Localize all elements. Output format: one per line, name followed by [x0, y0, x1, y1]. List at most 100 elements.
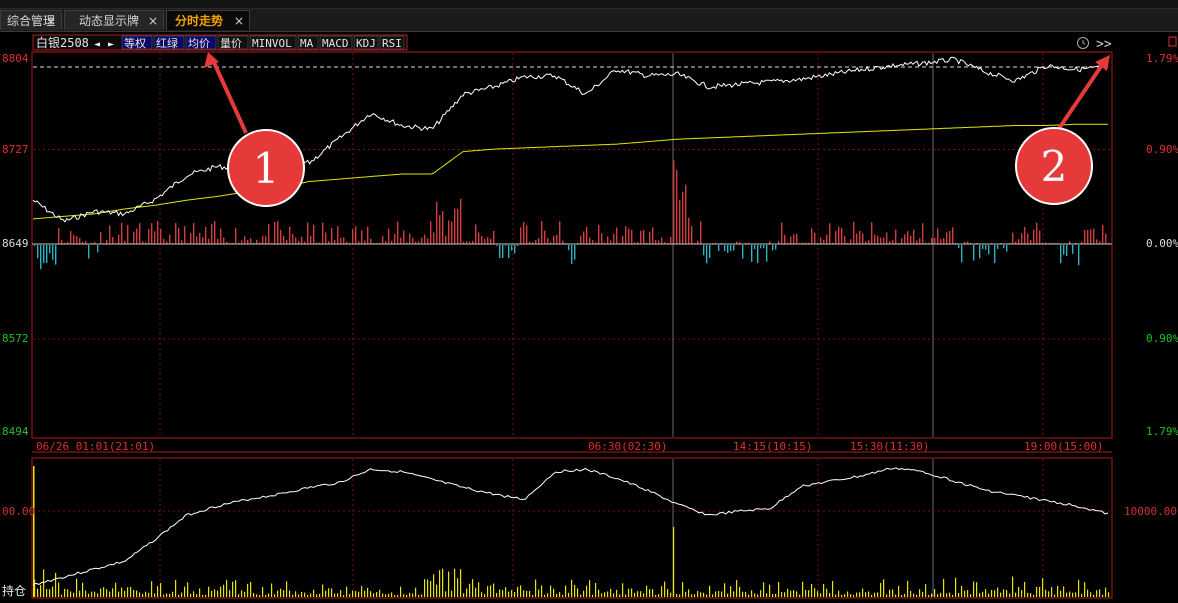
open-interest-bar: [247, 583, 249, 597]
volume-bar: [157, 221, 159, 244]
volume-bar: [274, 221, 276, 244]
open-interest-bar: [127, 587, 129, 597]
open-interest-bar: [262, 587, 264, 597]
open-interest-bar: [634, 592, 636, 597]
volume-bar: [205, 226, 207, 244]
open-interest-bar: [781, 592, 783, 597]
next-arrow-icon[interactable]: ►: [108, 39, 114, 50]
volume-bar: [241, 240, 243, 244]
time-axis-label: 06/26 01:01(21:01): [36, 440, 155, 453]
open-interest-bar: [889, 589, 891, 597]
open-interest-bar: [943, 578, 945, 597]
toolbar-button-1[interactable]: 红绿: [156, 36, 178, 50]
volume-bar: [763, 245, 765, 249]
open-interest-bar: [829, 592, 831, 597]
volume-bar: [361, 230, 363, 244]
open-interest-bar: [136, 590, 138, 597]
open-interest-bar: [1078, 579, 1080, 597]
volume-bar: [262, 235, 264, 244]
open-interest-bar: [820, 593, 822, 597]
open-interest-bar: [1018, 586, 1020, 597]
volume-bar: [334, 240, 336, 244]
open-interest-bar: [502, 590, 504, 597]
volume-bar: [547, 238, 549, 244]
open-interest-bar: [817, 591, 819, 597]
volume-bar: [814, 232, 816, 244]
open-interest-bar: [256, 594, 258, 597]
open-interest-bar: [37, 588, 39, 597]
open-interest-bar: [1045, 589, 1047, 597]
toolbar-button-6[interactable]: MACD: [322, 37, 349, 50]
volume-bar: [988, 245, 990, 255]
open-interest-bar: [43, 569, 45, 597]
intraday-chart[interactable]: 白银2508 ◄ ► 等权 红绿 均价 量价 MINVOL MA MACD KDJ RSI >>…: [0, 0, 1178, 603]
open-interest-bar: [106, 589, 108, 597]
open-interest-bar: [997, 587, 999, 597]
open-interest-bar: [559, 592, 561, 597]
clock-icon[interactable]: [1077, 37, 1089, 49]
volume-bar: [235, 227, 237, 244]
open-interest-bar: [598, 589, 600, 597]
open-interest-bar: [538, 589, 540, 597]
toolbar-button-8[interactable]: RSI: [382, 37, 402, 50]
open-interest-bar: [1075, 592, 1077, 597]
volume-bar: [40, 245, 42, 270]
volume-bar: [628, 228, 630, 244]
open-interest-line: [32, 467, 1109, 585]
toolbar-button-5[interactable]: MA: [300, 37, 314, 50]
volume-bar: [649, 231, 651, 244]
volume-bar: [1078, 245, 1080, 266]
volume-bar: [835, 231, 837, 244]
volume-bar: [37, 245, 39, 259]
open-interest-bar: [844, 594, 846, 597]
volume-bar: [973, 245, 975, 261]
open-interest-bar: [571, 579, 573, 597]
panel-toggle-icon[interactable]: [1168, 36, 1177, 47]
volume-bar: [937, 228, 939, 244]
volume-bar: [613, 233, 615, 244]
volume-bar: [169, 234, 171, 244]
open-interest-bar: [604, 592, 606, 597]
volume-bar: [454, 208, 456, 244]
volume-bar: [79, 237, 81, 244]
volume-bar: [436, 201, 438, 244]
toolbar-button-3[interactable]: 量价: [220, 37, 242, 50]
volume-bar: [1030, 239, 1032, 244]
toolbar-button-4[interactable]: MINVOL: [252, 37, 292, 50]
open-interest-bar: [916, 594, 918, 597]
open-interest-bar: [733, 591, 735, 597]
volume-bar: [1012, 232, 1014, 244]
open-interest-bar: [286, 581, 288, 597]
open-interest-bar: [664, 581, 666, 597]
volume-bar: [883, 237, 885, 244]
open-interest-bar: [643, 593, 645, 597]
toolbar-button-0[interactable]: 等权: [124, 36, 146, 50]
volume-bar: [622, 236, 624, 244]
volume-bar: [448, 220, 450, 244]
toolbar-button-2[interactable]: 均价: [188, 37, 210, 50]
open-interest-bar: [694, 594, 696, 597]
prev-arrow-icon[interactable]: ◄: [94, 39, 100, 50]
open-interest-bar: [280, 588, 282, 597]
volume-bar: [214, 221, 216, 244]
toolbar-button-7[interactable]: KDJ: [356, 37, 376, 50]
volume-bar: [394, 234, 396, 244]
open-interest-bar: [400, 586, 402, 597]
volume-bar: [589, 237, 591, 244]
volume-bar: [1102, 224, 1104, 244]
open-interest-bar: [364, 590, 366, 597]
volume-bar: [652, 227, 654, 244]
open-interest-bar: [397, 594, 399, 597]
open-interest-bar: [139, 592, 141, 597]
volume-bar: [901, 238, 903, 244]
volume-bar: [70, 231, 72, 244]
open-interest-bar: [601, 593, 603, 597]
volume-bar: [421, 237, 423, 244]
volume-bar: [61, 239, 63, 244]
expand-icon[interactable]: >>: [1096, 37, 1112, 52]
open-interest-bar: [652, 589, 654, 597]
open-interest-bar: [568, 592, 570, 597]
volume-bar: [514, 245, 516, 254]
open-interest-bar: [268, 593, 270, 597]
open-interest-bar: [835, 594, 837, 597]
